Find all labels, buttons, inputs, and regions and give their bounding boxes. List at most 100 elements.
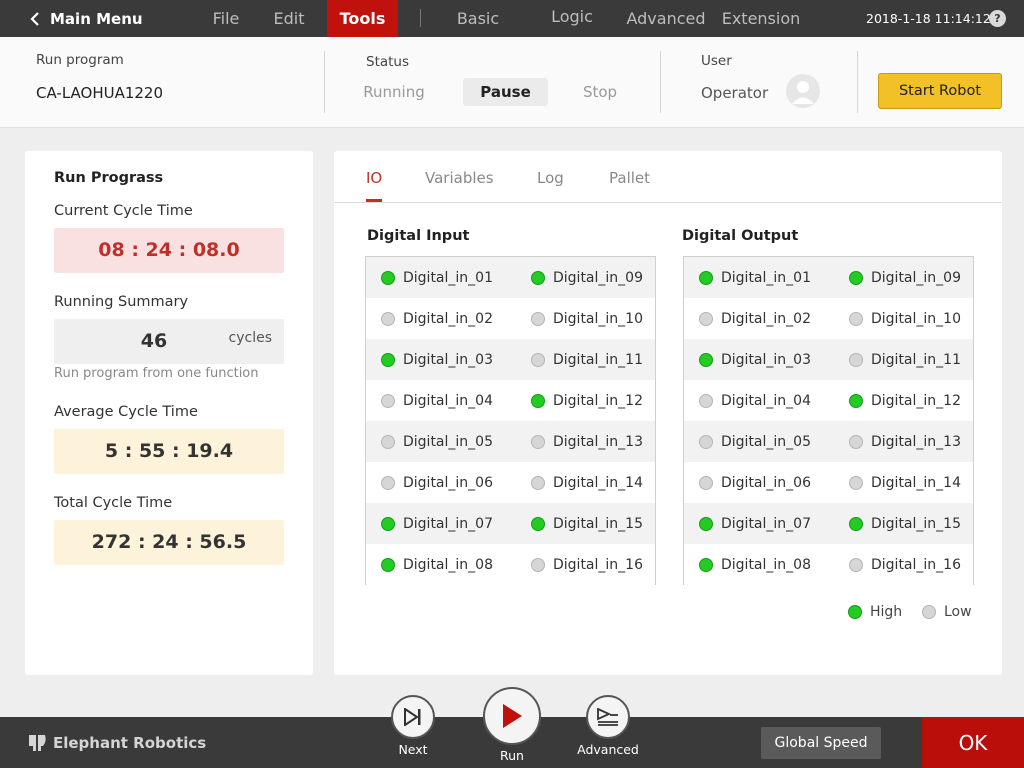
brand-name: Elephant Robotics (53, 734, 207, 752)
legend-low-label: Low (944, 604, 972, 620)
table-row: Digital_in_03 Digital_in_11 (366, 339, 655, 380)
led-high-icon (699, 270, 713, 285)
next-button[interactable]: Next (391, 695, 435, 757)
digital-output-item: Digital_in_05 (699, 421, 811, 462)
run-progress-panel: Run Prograss Current Cycle Time 08 : 24 … (25, 151, 313, 675)
led-high-icon (531, 270, 545, 285)
table-row: Digital_in_05 Digital_in_13 (684, 421, 973, 462)
advanced-play-icon (597, 708, 618, 726)
table-row: Digital_in_04 Digital_in_12 (684, 380, 973, 421)
menu-advanced[interactable]: Advanced (624, 0, 708, 37)
ok-button[interactable]: OK (922, 717, 1024, 768)
digital-output-item: Digital_in_16 (849, 544, 961, 585)
global-speed-button[interactable]: Global Speed (761, 727, 881, 759)
digital-input-item: Digital_in_14 (531, 462, 643, 503)
led-high-icon (381, 270, 395, 285)
next-label: Next (398, 742, 428, 757)
digital-output-label: Digital_in_02 (721, 310, 811, 327)
main-menu-back-button[interactable]: Main Menu (30, 0, 143, 37)
legend-high: High (848, 604, 902, 620)
running-summary-label: Running Summary (54, 294, 189, 310)
digital-input-label: Digital_in_15 (553, 515, 643, 532)
led-low-icon (699, 434, 713, 449)
digital-input-item: Digital_in_10 (531, 298, 643, 339)
digital-input-label: Digital_in_06 (403, 474, 493, 491)
digital-output-item: Digital_in_01 (699, 257, 811, 298)
total-cycle-value: 272 : 24 : 56.5 (54, 520, 284, 565)
digital-input-item: Digital_in_16 (531, 544, 643, 585)
digital-output-item: Digital_in_13 (849, 421, 961, 462)
status-stop[interactable]: Stop (570, 78, 630, 106)
user-avatar-icon[interactable] (786, 74, 820, 108)
menu-extension[interactable]: Extension (718, 0, 804, 37)
digital-output-label: Digital_in_06 (721, 474, 811, 491)
tab-pallet[interactable]: Pallet (609, 169, 650, 187)
status-running[interactable]: Running (356, 78, 432, 106)
datetime-display: 2018-1-18 11:14:12 (866, 11, 991, 26)
digital-output-label: Digital_in_08 (721, 556, 811, 573)
start-robot-button[interactable]: Start Robot (878, 73, 1002, 109)
digital-input-label: Digital_in_16 (553, 556, 643, 573)
next-circle (391, 695, 435, 739)
cycles-unit: cycles (228, 330, 272, 346)
digital-output-item: Digital_in_12 (849, 380, 961, 421)
led-high-icon (849, 270, 863, 285)
menu-basic[interactable]: Basic (449, 0, 507, 37)
table-row: Digital_in_04 Digital_in_12 (366, 380, 655, 421)
digital-input-item: Digital_in_03 (381, 339, 493, 380)
digital-input-item: Digital_in_05 (381, 421, 493, 462)
table-row: Digital_in_08 Digital_in_16 (684, 544, 973, 585)
status-pause[interactable]: Pause (463, 78, 548, 106)
table-row: Digital_in_01 Digital_in_09 (684, 257, 973, 298)
led-high-icon (381, 557, 395, 572)
led-high-icon (699, 352, 713, 367)
digital-input-table: Digital_in_01 Digital_in_09 Digital_in_02 D… (365, 256, 656, 585)
digital-output-item: Digital_in_08 (699, 544, 811, 585)
digital-output-item: Digital_in_10 (849, 298, 961, 339)
digital-output-label: Digital_in_11 (871, 351, 961, 368)
current-cycle-value: 08 : 24 : 08.0 (54, 228, 284, 273)
digital-output-label: Digital_in_03 (721, 351, 811, 368)
tab-variables[interactable]: Variables (425, 169, 494, 187)
tab-log[interactable]: Log (537, 169, 564, 187)
digital-input-item: Digital_in_08 (381, 544, 493, 585)
status-label: Status (366, 54, 410, 70)
led-low-icon (381, 434, 395, 449)
top-menu-bar: Main Menu File Edit Tools Basic Logic Ad… (0, 0, 1024, 37)
digital-output-item: Digital_in_04 (699, 380, 811, 421)
legend-high-label: High (870, 604, 903, 620)
led-low-icon (381, 393, 395, 408)
tab-io[interactable]: IO (366, 169, 382, 187)
table-row: Digital_in_01 Digital_in_09 (366, 257, 655, 298)
led-low-icon (849, 434, 863, 449)
menu-tools[interactable]: Tools (327, 0, 398, 37)
legend-low: Low (922, 604, 972, 620)
led-low-icon (531, 352, 545, 367)
io-panel: IO Variables Log Pallet Digital Input Di… (334, 151, 1002, 675)
led-low-icon (849, 311, 863, 326)
advanced-button[interactable]: Advanced (577, 695, 639, 757)
led-high-icon (531, 393, 545, 408)
table-row: Digital_in_06 Digital_in_14 (684, 462, 973, 503)
bottom-control-bar: Elephant Robotics Next Run Advanced Glob… (0, 687, 1024, 768)
menu-logic[interactable]: Logic (543, 0, 601, 35)
digital-input-item: Digital_in_12 (531, 380, 643, 421)
menu-edit[interactable]: Edit (267, 0, 311, 37)
digital-input-item: Digital_in_07 (381, 503, 493, 544)
menu-file[interactable]: File (205, 0, 247, 37)
table-row: Digital_in_07 Digital_in_15 (684, 503, 973, 544)
digital-input-item: Digital_in_01 (381, 257, 493, 298)
led-high-icon (381, 352, 395, 367)
active-tab-indicator (366, 199, 382, 202)
table-row: Digital_in_07 Digital_in_15 (366, 503, 655, 544)
led-low-icon (381, 475, 395, 490)
digital-output-item: Digital_in_02 (699, 298, 811, 339)
table-row: Digital_in_05 Digital_in_13 (366, 421, 655, 462)
brand-logo: Elephant Robotics (26, 733, 206, 753)
help-icon[interactable]: ? (989, 10, 1006, 27)
digital-input-item: Digital_in_04 (381, 380, 493, 421)
led-low-icon (922, 605, 936, 619)
table-row: Digital_in_03 Digital_in_11 (684, 339, 973, 380)
digital-output-label: Digital_in_14 (871, 474, 961, 491)
run-button[interactable]: Run (483, 687, 541, 763)
